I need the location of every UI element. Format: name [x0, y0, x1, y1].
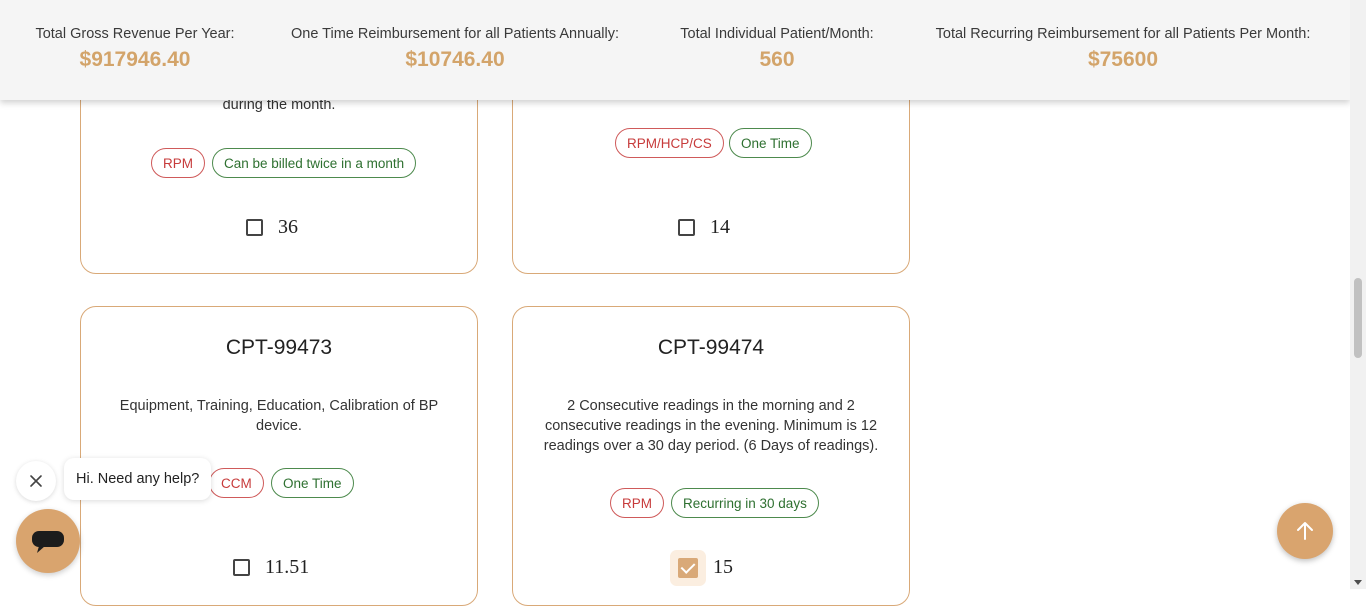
onetime-reimbursement-stat: One Time Reimbursement for all Patients … — [288, 26, 622, 72]
card-description: Equipment, Training, Education, Calibrat… — [119, 398, 439, 434]
card-check-row: 14 — [678, 216, 730, 239]
card-price: 15 — [713, 556, 733, 578]
tag-one-time: One Time — [271, 468, 354, 498]
patients-label: Total Individual Patient/Month: — [680, 26, 874, 42]
gross-revenue-label: Total Gross Revenue Per Year: — [35, 26, 235, 42]
card-description: 2 Consecutive readings in the morning an… — [543, 398, 879, 454]
card-checkbox[interactable] — [678, 219, 695, 236]
card-check-row: 36 — [246, 216, 298, 239]
gross-revenue-value: $917946.40 — [79, 48, 191, 71]
card-checkbox[interactable] — [246, 219, 263, 236]
chat-close-button[interactable] — [16, 461, 56, 501]
card-title: CPT-99473 — [225, 336, 333, 359]
recurring-reimbursement-value: $75600 — [1087, 48, 1159, 71]
onetime-reimbursement-value: $10746.40 — [405, 48, 505, 71]
card-checkbox-checked[interactable] — [678, 557, 698, 578]
patients-stat: Total Individual Patient/Month: 560 — [676, 26, 878, 72]
cpt-card: CPT-99474 2 Consecutive readings in the … — [512, 306, 910, 606]
card-price: 11.51 — [265, 556, 310, 578]
tag-recurring: Recurring in 30 days — [671, 488, 819, 518]
tag-rpm: RPM — [151, 148, 205, 178]
card-check-row: 11.51 — [233, 556, 309, 579]
scrollbar-thumb[interactable] — [1354, 278, 1362, 358]
card-title: CPT-99474 — [657, 336, 765, 359]
tag-rpm-hcp-cs: RPM/HCP/CS — [615, 128, 724, 158]
card-check-row: 15 — [678, 556, 733, 579]
recurring-reimbursement-label: Total Recurring Reimbursement for all Pa… — [935, 26, 1311, 42]
cpt-card: CPT-99473 Equipment, Training, Education… — [80, 306, 478, 606]
card-checkbox[interactable] — [233, 559, 250, 576]
chat-icon — [32, 531, 64, 553]
tag-billing: Can be billed twice in a month — [212, 148, 417, 178]
tag-one-time: One Time — [729, 128, 812, 158]
scroll-down-arrow-icon[interactable] — [1354, 580, 1362, 585]
card-price: 36 — [278, 216, 298, 238]
close-icon — [30, 475, 42, 487]
gross-revenue-stat: Total Gross Revenue Per Year: $917946.40 — [35, 26, 235, 72]
card-price: 14 — [710, 216, 730, 238]
tag-ccm: CCM — [209, 468, 264, 498]
onetime-reimbursement-label: One Time Reimbursement for all Patients … — [290, 26, 619, 42]
summary-bar: Total Gross Revenue Per Year: $917946.40… — [0, 0, 1350, 100]
chat-launcher-button[interactable] — [16, 509, 80, 573]
chat-greeting-bubble[interactable]: Hi. Need any help? — [64, 458, 212, 500]
recurring-reimbursement-stat: Total Recurring Reimbursement for all Pa… — [932, 26, 1314, 72]
page-scrollbar[interactable] — [1350, 0, 1366, 589]
arrow-up-icon — [1297, 522, 1313, 540]
patients-value: 560 — [759, 48, 795, 71]
tag-rpm: RPM — [610, 488, 664, 518]
back-to-top-button[interactable] — [1277, 503, 1333, 559]
